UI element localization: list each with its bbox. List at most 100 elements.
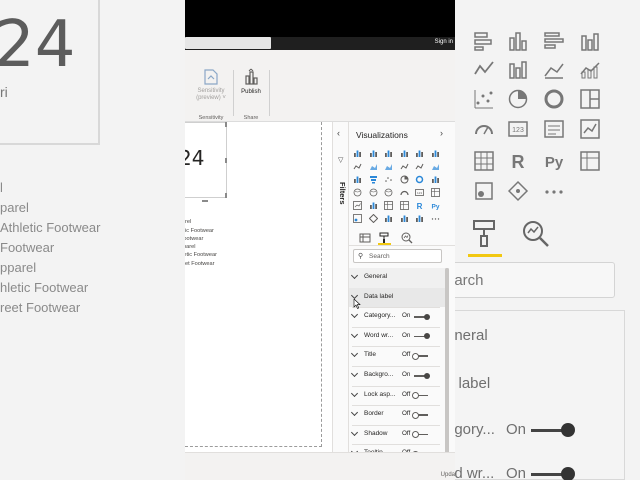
ribbon-chart-icon: [543, 58, 565, 80]
more-visuals-icon[interactable]: [431, 214, 440, 223]
format-card-general[interactable]: General: [349, 268, 445, 288]
list-item[interactable]: parel: [185, 243, 217, 251]
chevron-down-icon[interactable]: [350, 311, 359, 319]
matrix-icon[interactable]: [399, 201, 409, 210]
fields-tab-icon[interactable]: [359, 231, 371, 243]
stacked-column-icon[interactable]: [369, 149, 378, 158]
format-card-backgro[interactable]: Backgro... On: [349, 366, 445, 386]
toggle-switch[interactable]: [414, 373, 430, 378]
python-visual-icon[interactable]: Py: [431, 201, 440, 211]
line-clustered-icon[interactable]: [415, 162, 424, 171]
table-icon[interactable]: [384, 201, 393, 210]
card-visual[interactable]: 24 ri: [185, 122, 227, 198]
donut-icon[interactable]: [415, 175, 424, 184]
resize-handle[interactable]: [225, 158, 227, 163]
pie-icon[interactable]: [400, 175, 409, 184]
report-canvas[interactable]: 24 ri y rel ic Footwear Footwear parel h…: [185, 122, 332, 452]
slicer-visual[interactable]: y rel ic Footwear Footwear parel hletic …: [185, 210, 217, 268]
chevron-right-icon[interactable]: ›: [440, 128, 443, 138]
resize-handle[interactable]: [225, 122, 227, 127]
line-column-icon[interactable]: [400, 162, 409, 171]
search-input[interactable]: [369, 251, 439, 262]
format-card-word-wr[interactable]: Word wr... On: [349, 327, 445, 347]
format-scrollbar[interactable]: [445, 268, 449, 464]
funnel-icon[interactable]: [369, 175, 378, 184]
resize-handle[interactable]: [202, 200, 208, 202]
resize-handle[interactable]: [225, 193, 227, 198]
paginated-icon[interactable]: [415, 214, 424, 223]
decomposition-tree-icon[interactable]: [368, 214, 378, 223]
publish-button[interactable]: Publish Share: [237, 68, 265, 121]
stacked-bar-icon[interactable]: [353, 149, 362, 158]
stacked-column-100-icon[interactable]: [431, 149, 440, 158]
list-item[interactable]: y: [185, 210, 217, 218]
ribbon-icon[interactable]: [431, 162, 440, 171]
chevron-down-icon[interactable]: [350, 369, 359, 378]
list-item: pparel: [0, 260, 37, 275]
toggle-switch[interactable]: [412, 353, 428, 359]
shape-map-icon[interactable]: [384, 188, 393, 197]
waterfall-icon[interactable]: [353, 175, 362, 184]
multi-row-card-icon[interactable]: [430, 188, 440, 197]
kpi-icon[interactable]: [353, 201, 362, 210]
chevron-down-icon[interactable]: [350, 291, 359, 299]
chevron-down-icon[interactable]: [350, 409, 359, 417]
format-card-title[interactable]: Title Off: [349, 346, 445, 366]
format-card-category[interactable]: Category... On: [349, 307, 445, 327]
format-card-border[interactable]: Border Off: [349, 405, 445, 425]
title-search-box[interactable]: [185, 37, 271, 49]
format-card-data-label[interactable]: Data label: [349, 287, 445, 308]
toggle-switch[interactable]: [412, 392, 428, 398]
filters-label[interactable]: Filters: [338, 182, 347, 205]
area-icon[interactable]: [369, 162, 378, 171]
narrative-icon[interactable]: [400, 214, 409, 223]
stacked-bar-icon: [473, 30, 495, 52]
stacked-bar-100-icon[interactable]: [415, 149, 424, 158]
r-visual-icon[interactable]: R: [415, 201, 424, 210]
format-search-box[interactable]: ⚲: [353, 249, 442, 263]
chevron-down-icon[interactable]: [350, 271, 359, 280]
format-card-label: Data label: [364, 292, 394, 300]
chevron-down-icon[interactable]: [350, 428, 359, 436]
format-card-lock-asp[interactable]: Lock asp... Off: [349, 386, 445, 406]
stacked-area-icon[interactable]: [384, 162, 393, 171]
format-card-shadow[interactable]: Shadow Off: [349, 425, 445, 445]
key-influencers-icon[interactable]: [353, 214, 362, 223]
background-row: eneral: [455, 327, 488, 344]
ribbon: Sensitivity (preview) ˅ Sensitivity Publ…: [185, 50, 455, 122]
treemap-icon[interactable]: [431, 175, 440, 184]
gauge-icon: [473, 118, 495, 140]
chevron-down-icon[interactable]: [350, 330, 359, 338]
sensitivity-button[interactable]: Sensitivity (preview) ˅ Sensitivity: [193, 68, 229, 121]
pie-chart-icon: [507, 88, 529, 110]
list-item[interactable]: Footwear: [185, 235, 217, 243]
toggle-switch[interactable]: [412, 412, 428, 418]
map-icon[interactable]: [353, 188, 362, 197]
toggle-switch[interactable]: [414, 314, 430, 319]
slicer-icon[interactable]: [369, 201, 378, 210]
format-paint-roller-icon[interactable]: [379, 231, 391, 243]
background-format-panel: eneral a label egory...On nd wr...On: [455, 310, 625, 480]
sign-in-link[interactable]: Sign in: [435, 39, 453, 45]
list-item[interactable]: hletic Footwear: [185, 251, 217, 259]
clustered-column-icon[interactable]: [400, 149, 409, 158]
chevron-down-icon[interactable]: [350, 350, 359, 358]
list-item[interactable]: rel: [185, 218, 217, 226]
scrollbar-thumb[interactable]: [445, 268, 449, 458]
toggle-switch[interactable]: [414, 333, 430, 339]
card-icon[interactable]: 123: [415, 188, 424, 197]
list-item[interactable]: reet Footwear: [185, 260, 217, 268]
format-card-label: Category...: [364, 312, 396, 320]
chevron-left-icon[interactable]: ‹: [337, 128, 340, 138]
filters-pane-collapsed[interactable]: ‹ ▽ Filters: [332, 122, 349, 452]
gauge-icon[interactable]: [399, 188, 409, 197]
analytics-magnifier-icon[interactable]: [401, 231, 413, 244]
filled-map-icon[interactable]: [369, 188, 378, 197]
clustered-bar-icon[interactable]: [384, 149, 393, 158]
list-item[interactable]: ic Footwear: [185, 227, 217, 235]
qa-icon[interactable]: [384, 214, 393, 223]
scatter-icon[interactable]: [384, 175, 393, 184]
line-icon[interactable]: [353, 162, 362, 171]
chevron-down-icon[interactable]: [350, 389, 359, 397]
toggle-switch[interactable]: [412, 431, 428, 438]
